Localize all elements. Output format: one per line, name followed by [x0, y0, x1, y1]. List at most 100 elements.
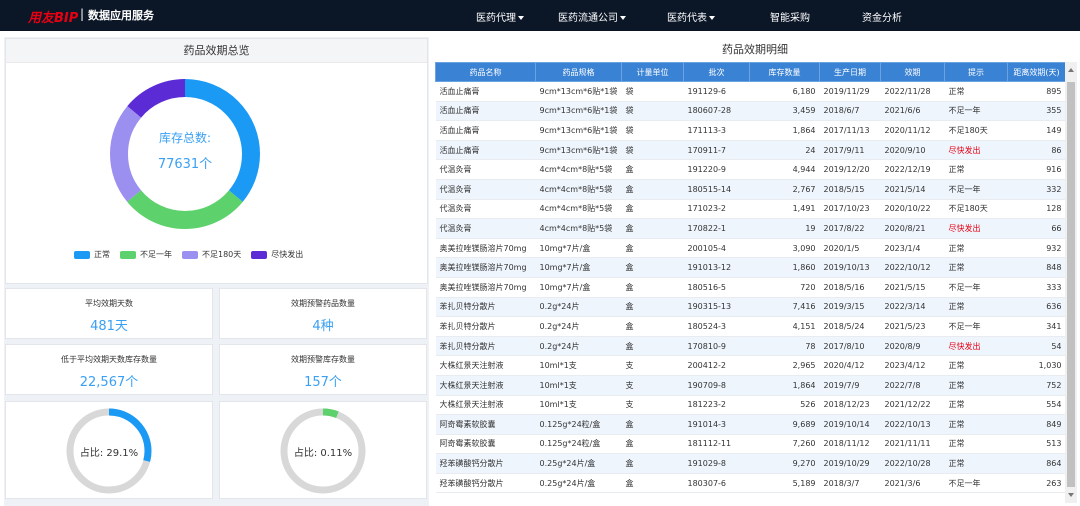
- table-row[interactable]: 奥美拉唑镁肠溶片70mg 10mg*7片/盒盒 200105-4 3,090 2020/…: [435, 238, 1066, 259]
- column-header[interactable]: 库存数量: [749, 62, 820, 82]
- table-row[interactable]: 活血止痛膏 9cm*13cm*6贴*1袋袋 191129-6 6,180 2019/11…: [435, 81, 1066, 102]
- table-cell: 袋: [621, 81, 684, 102]
- table-cell: 1,860: [749, 257, 820, 278]
- table-cell: 9cm*13cm*6贴*1袋: [535, 120, 622, 141]
- table-row[interactable]: 代温灸膏 4cm*4cm*8贴*5袋盒 191220-9 4,944 2019/12/2…: [435, 159, 1066, 180]
- nav-fund-analysis-label: 资金分析: [862, 13, 902, 24]
- table-cell: 2018/12/23: [819, 395, 881, 416]
- vertical-scrollbar[interactable]: [1065, 62, 1077, 503]
- column-header[interactable]: 药品名称: [435, 62, 536, 82]
- table-cell: 代温灸膏: [435, 218, 536, 239]
- stat-card-avg-expiry-days: 平均效期天数 481天: [5, 288, 213, 339]
- table-row[interactable]: 奥美拉唑镁肠溶片70mg 10mg*7片/盒盒 191013-12 1,860 2019…: [435, 257, 1066, 278]
- table-cell: 932: [1007, 238, 1066, 259]
- table-cell: 2018/6/7: [819, 101, 881, 122]
- table-row[interactable]: 大株红景天注射液 10ml*1支支 190709-8 1,864 2019/7/9 202…: [435, 375, 1066, 396]
- table-cell: 19: [749, 218, 820, 239]
- nav-fund-analysis[interactable]: 资金分析: [862, 9, 902, 24]
- table-cell: 盒: [621, 179, 684, 200]
- table-cell: 代温灸膏: [435, 159, 536, 180]
- table-cell: 2019/10/13: [819, 257, 881, 278]
- table-cell: 2021/3/6: [880, 473, 945, 494]
- table-cell: 10mg*7片/盒: [535, 238, 622, 259]
- column-header[interactable]: 计量单位: [621, 62, 684, 82]
- table-cell: 191013-12: [683, 257, 750, 278]
- table-cell: 大株红景天注射液: [435, 355, 536, 376]
- legend-item-under-one-year[interactable]: 不足一年: [120, 249, 172, 260]
- table-cell: 盒: [621, 414, 684, 435]
- table-cell: 2021/6/6: [880, 101, 945, 122]
- column-header[interactable]: 生产日期: [819, 62, 881, 82]
- table-cell: 191129-6: [683, 81, 750, 102]
- nav-pharma-distribution[interactable]: 医药流通公司: [558, 9, 626, 24]
- table-cell: 羟苯磺酸钙分散片: [435, 453, 536, 474]
- brand-logo[interactable]: 用友BIP: [28, 7, 78, 26]
- column-header[interactable]: 距离效期(天): [1007, 62, 1066, 82]
- scroll-up-arrow-icon[interactable]: [1068, 68, 1074, 72]
- legend-label: 不足180天: [202, 250, 242, 259]
- app-subtitle: 数据应用服务: [88, 9, 154, 22]
- legend-label: 不足一年: [140, 250, 172, 259]
- table-cell: 苯扎贝特分散片: [435, 336, 536, 357]
- table-cell: 191220-9: [683, 159, 750, 180]
- table-cell: 2020/4/12: [819, 355, 881, 376]
- table-row[interactable]: 活血止痛膏 9cm*13cm*6贴*1袋袋 180607-28 3,459 2018/6…: [435, 101, 1066, 122]
- nav-pharma-agent[interactable]: 医药代理: [476, 9, 524, 24]
- column-header[interactable]: 提示: [944, 62, 1008, 82]
- nav-smart-purchase-label: 智能采购: [770, 13, 810, 24]
- legend-item-normal[interactable]: 正常: [74, 249, 110, 260]
- table-cell: 0.2g*24片: [535, 316, 622, 337]
- table-row[interactable]: 活血止痛膏 9cm*13cm*6贴*1袋袋 171113-3 1,864 2017/11…: [435, 120, 1066, 141]
- nav-pharma-agent-label: 医药代理: [476, 13, 516, 24]
- table-cell: 正常: [944, 453, 1008, 474]
- table-cell: 190315-13: [683, 297, 750, 318]
- column-header[interactable]: 效期: [880, 62, 945, 82]
- table-cell: 不足一年: [944, 277, 1008, 298]
- stat-value: 157个: [304, 375, 342, 390]
- scrollbar-thumb[interactable]: [1067, 82, 1075, 487]
- table-row[interactable]: 苯扎贝特分散片 0.2g*24片盒 190315-13 7,416 2019/3/15 2…: [435, 297, 1066, 318]
- column-header[interactable]: 批次: [683, 62, 750, 82]
- table-cell: 2020/9/10: [880, 140, 945, 161]
- legend-item-ship-soon[interactable]: 尽快发出: [251, 249, 303, 260]
- table-cell: 0.125g*24粒/盒: [535, 434, 622, 455]
- table-header-row: 药品名称 药品规格 计量单位 批次 库存数量 生产日期 效期 提示 距离效期(天): [435, 62, 1066, 82]
- table-row[interactable]: 奥美拉唑镁肠溶片70mg 10mg*7片/盒盒 180516-5 720 2018/5/…: [435, 277, 1066, 298]
- detail-title: 药品效期明细: [722, 43, 788, 56]
- table-cell: 9cm*13cm*6贴*1袋: [535, 81, 622, 102]
- table-row[interactable]: 苯扎贝特分散片 0.2g*24片盒 180524-3 4,151 2018/5/24 20…: [435, 316, 1066, 337]
- table-row[interactable]: 苯扎贝特分散片 0.2g*24片盒 170810-9 78 2017/8/10 2020/…: [435, 336, 1066, 357]
- table-cell: 2018/11/12: [819, 434, 881, 455]
- table-row[interactable]: 代温灸膏 4cm*4cm*8贴*5袋盒 170822-1 19 2017/8/22 202…: [435, 218, 1066, 239]
- column-header[interactable]: 药品规格: [535, 62, 622, 82]
- table-row[interactable]: 活血止痛膏 9cm*13cm*6贴*1袋袋 170911-7 24 2017/9/11 2…: [435, 140, 1066, 161]
- table-cell: 活血止痛膏: [435, 101, 536, 122]
- table-row[interactable]: 代温灸膏 4cm*4cm*8贴*5袋盒 180515-14 2,767 2018/5/1…: [435, 179, 1066, 200]
- scroll-down-arrow-icon[interactable]: [1068, 493, 1074, 497]
- table-cell: 2018/5/16: [819, 277, 881, 298]
- table-cell: 盒: [621, 199, 684, 220]
- table-cell: 盒: [621, 257, 684, 278]
- table-row[interactable]: 羟苯磺酸钙分散片 0.25g*24片/盒盒 191029-8 9,270 2019/10…: [435, 453, 1066, 474]
- table-cell: 2021/5/14: [880, 179, 945, 200]
- table-cell: 10ml*1支: [535, 395, 622, 416]
- table-cell: 171113-3: [683, 120, 750, 141]
- table-cell: 4cm*4cm*8贴*5袋: [535, 179, 622, 200]
- nav-smart-purchase[interactable]: 智能采购: [770, 9, 810, 24]
- table-row[interactable]: 大株红景天注射液 10ml*1支支 181223-2 526 2018/12/23 202…: [435, 395, 1066, 416]
- table-cell: 848: [1007, 257, 1066, 278]
- nav-pharma-rep[interactable]: 医药代表: [667, 9, 715, 24]
- table-row[interactable]: 大株红景天注射液 10ml*1支支 200412-2 2,965 2020/4/12 20…: [435, 355, 1066, 376]
- table-cell: 代温灸膏: [435, 199, 536, 220]
- table-cell: 2017/8/10: [819, 336, 881, 357]
- stat-value: 22,567个: [79, 375, 139, 390]
- table-cell: 513: [1007, 434, 1066, 455]
- legend-swatch: [74, 250, 90, 259]
- table-cell: 2020/11/12: [880, 120, 945, 141]
- legend-item-under-180-days[interactable]: 不足180天: [182, 249, 241, 260]
- table-row[interactable]: 阿奇霉素软胶囊 0.125g*24粒/盒盒 181112-11 7,260 2018/1…: [435, 434, 1066, 455]
- table-cell: 盒: [621, 159, 684, 180]
- table-row[interactable]: 代温灸膏 4cm*4cm*8贴*5袋盒 171023-2 1,491 2017/10/2…: [435, 199, 1066, 220]
- table-row[interactable]: 阿奇霉素软胶囊 0.125g*24粒/盒盒 191014-3 9,689 2019/10…: [435, 414, 1066, 435]
- table-row[interactable]: 羟苯磺酸钙分散片 0.25g*24片/盒盒 180307-6 5,189 2018/3/…: [435, 473, 1066, 494]
